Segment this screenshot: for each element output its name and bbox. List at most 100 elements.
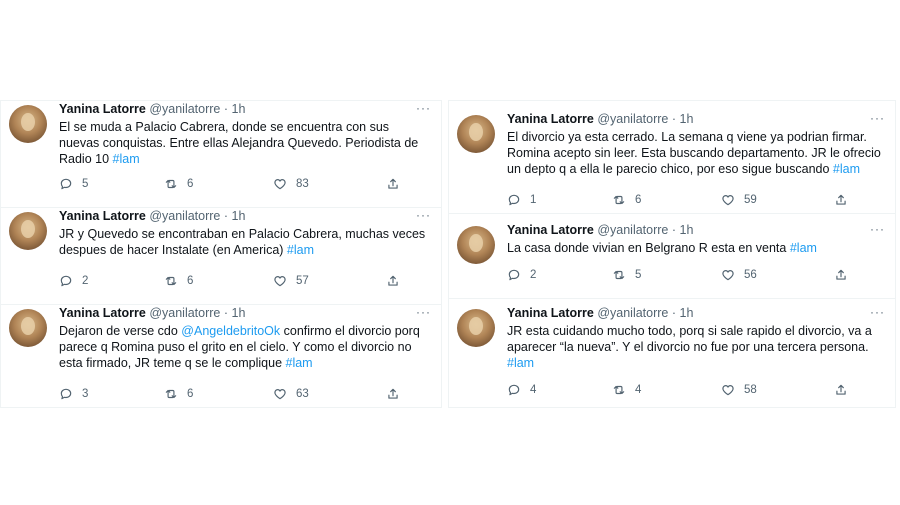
reply-icon [60,178,72,190]
like-count: 56 [744,269,757,281]
author-handle[interactable]: @yanilatorre [597,306,668,320]
mention-link[interactable]: @AngeldebritoOk [181,324,280,338]
more-options-icon[interactable]: ··· [416,209,431,221]
author-handle[interactable]: @yanilatorre [149,306,220,320]
tweet-actions: 5 6 83 [59,177,431,193]
share-button[interactable] [834,383,848,397]
avatar[interactable] [457,115,495,153]
reply-icon [60,275,72,287]
hashtag-link[interactable]: #lam [833,162,860,176]
more-options-icon[interactable]: ··· [870,223,885,235]
retweet-count: 4 [635,384,642,396]
author-handle[interactable]: @yanilatorre [149,102,220,116]
separator-dot: · [671,306,677,320]
hashtag-link[interactable]: #lam [286,356,313,370]
more-options-icon[interactable]: ··· [870,112,885,124]
separator-dot: · [223,306,229,320]
share-button[interactable] [386,274,400,288]
retweet-count: 6 [187,275,194,287]
tweet[interactable]: Yanina Latorre @yanilatorre · 1h ··· JR … [449,305,895,407]
tweet-header: Yanina Latorre @yanilatorre · 1h [59,208,431,224]
reply-count: 1 [530,194,537,206]
reply-icon [508,269,520,281]
tweet[interactable]: Yanina Latorre @yanilatorre · 1h ··· El … [1,101,441,208]
tweet-content: Yanina Latorre @yanilatorre · 1h ··· La … [507,222,885,281]
reply-button[interactable]: 5 [59,177,88,191]
tweet-time[interactable]: 1h [232,306,246,320]
share-icon [388,178,398,189]
tweet-text: El divorcio ya esta cerrado. La semana q… [507,129,885,177]
share-button[interactable] [834,268,848,282]
avatar[interactable] [9,105,47,143]
share-button[interactable] [386,177,400,191]
heart-icon [274,276,286,287]
separator-dot: · [223,209,229,223]
author-handle[interactable]: @yanilatorre [597,112,668,126]
reply-button[interactable]: 2 [59,274,88,288]
tweet-content: Yanina Latorre @yanilatorre · 1h ··· Dej… [59,305,431,400]
tweet-time[interactable]: 1h [680,112,694,126]
hashtag-link[interactable]: #lam [507,356,534,370]
like-button[interactable]: 58 [721,383,757,397]
tweet-text: Dejaron de verse cdo @AngeldebritoOk con… [59,323,431,371]
avatar[interactable] [9,212,47,250]
like-count: 83 [296,178,309,190]
reply-count: 2 [82,275,89,287]
avatar[interactable] [457,309,495,347]
reply-count: 5 [82,178,89,190]
tweet[interactable]: Yanina Latorre @yanilatorre · 1h ··· La … [449,222,895,299]
author-name[interactable]: Yanina Latorre [59,209,146,223]
tweet-text-segment: El divorcio ya esta cerrado. La semana q… [507,130,881,176]
author-name[interactable]: Yanina Latorre [59,306,146,320]
retweet-count: 6 [635,194,642,206]
retweet-icon [165,276,177,286]
retweet-button[interactable]: 6 [164,387,193,401]
retweet-button[interactable]: 5 [612,268,641,282]
reply-button[interactable]: 3 [59,387,88,401]
like-button[interactable]: 83 [273,177,309,191]
hashtag-link[interactable]: #lam [113,152,140,166]
more-options-icon[interactable]: ··· [416,306,431,318]
heart-icon [274,389,286,400]
avatar[interactable] [457,226,495,264]
tweet-text: JR y Quevedo se encontraban en Palacio C… [59,226,431,258]
hashtag-link[interactable]: #lam [287,243,314,257]
tweet-actions: 2 6 57 [59,274,431,290]
tweet-time[interactable]: 1h [680,306,694,320]
tweet-time[interactable]: 1h [232,209,246,223]
share-button[interactable] [834,193,848,207]
like-button[interactable]: 56 [721,268,757,282]
like-button[interactable]: 57 [273,274,309,288]
tweet-time[interactable]: 1h [232,102,246,116]
retweet-icon [165,179,177,189]
retweet-button[interactable]: 6 [164,274,193,288]
like-button[interactable]: 59 [721,193,757,207]
author-name[interactable]: Yanina Latorre [507,306,594,320]
like-button[interactable]: 63 [273,387,309,401]
retweet-button[interactable]: 6 [164,177,193,191]
avatar[interactable] [9,309,47,347]
hashtag-link[interactable]: #lam [790,241,817,255]
retweet-button[interactable]: 4 [612,383,641,397]
tweet[interactable]: Yanina Latorre @yanilatorre · 1h ··· Dej… [1,305,441,407]
retweet-icon [613,195,625,205]
reply-button[interactable]: 4 [507,383,536,397]
reply-button[interactable]: 2 [507,268,536,282]
tweet-content: Yanina Latorre @yanilatorre · 1h ··· El … [507,111,885,206]
tweet-time[interactable]: 1h [680,223,694,237]
more-options-icon[interactable]: ··· [870,306,885,318]
more-options-icon[interactable]: ··· [416,102,431,114]
retweet-button[interactable]: 6 [612,193,641,207]
reply-icon [508,384,520,396]
author-name[interactable]: Yanina Latorre [507,223,594,237]
author-handle[interactable]: @yanilatorre [149,209,220,223]
share-button[interactable] [386,387,400,401]
reply-icon [508,194,520,206]
tweet[interactable]: Yanina Latorre @yanilatorre · 1h ··· El … [449,111,895,214]
author-name[interactable]: Yanina Latorre [507,112,594,126]
author-handle[interactable]: @yanilatorre [597,223,668,237]
author-name[interactable]: Yanina Latorre [59,102,146,116]
tweet[interactable]: Yanina Latorre @yanilatorre · 1h ··· JR … [1,208,441,305]
reply-button[interactable]: 1 [507,193,536,207]
like-count: 57 [296,275,309,287]
